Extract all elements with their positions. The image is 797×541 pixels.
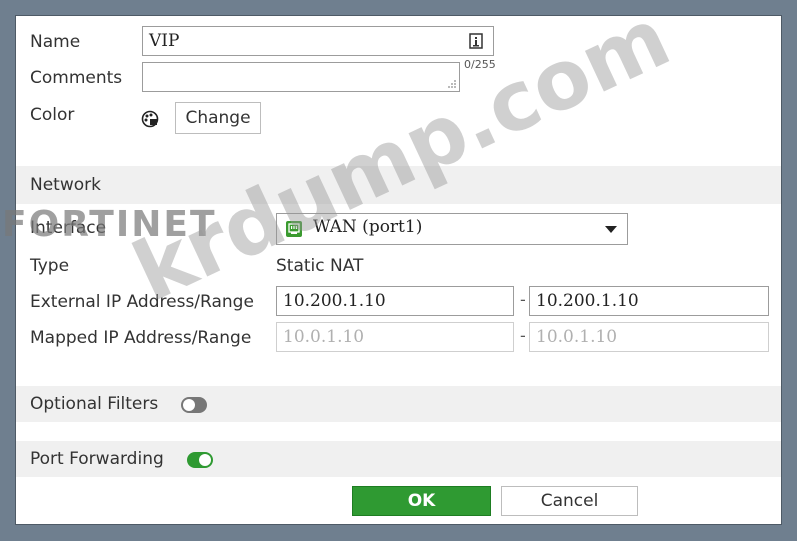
mapped-range-separator: - [520, 326, 526, 345]
name-input[interactable]: VIP [142, 26, 494, 56]
port-forwarding-row: Port Forwarding [16, 441, 781, 477]
change-color-button[interactable]: Change [175, 102, 261, 134]
network-section-title: Network [30, 175, 101, 195]
mapped-ip-end-input[interactable]: 10.0.1.10 [529, 322, 769, 352]
mapped-ip-start-input[interactable]: 10.0.1.10 [276, 322, 514, 352]
external-ip-label: External IP Address/Range [30, 292, 254, 312]
comments-input[interactable] [142, 62, 460, 92]
comments-label: Comments [30, 68, 123, 88]
resize-handle-icon[interactable] [447, 79, 457, 89]
type-value: Static NAT [276, 256, 364, 276]
name-value: VIP [149, 31, 180, 51]
cancel-button[interactable]: Cancel [501, 486, 638, 516]
edit-virtual-ip-dialog: Name VIP Comments 0/255 Color Change Net… [15, 15, 782, 525]
optional-filters-label: Optional Filters [30, 394, 159, 414]
color-palette-icon [141, 110, 159, 128]
optional-filters-row: Optional Filters [16, 386, 781, 422]
type-label: Type [30, 256, 70, 276]
external-ip-end-input[interactable]: 10.200.1.10 [529, 286, 769, 316]
mapped-ip-label: Mapped IP Address/Range [30, 328, 252, 348]
network-port-icon [286, 221, 302, 237]
port-forwarding-toggle[interactable] [187, 452, 213, 468]
info-icon[interactable] [469, 33, 483, 49]
color-label: Color [30, 105, 75, 125]
interface-label: Interface [30, 218, 107, 238]
external-range-separator: - [520, 290, 526, 309]
name-label: Name [30, 32, 81, 52]
external-ip-start-input[interactable]: 10.200.1.10 [276, 286, 514, 316]
caret-down-icon[interactable] [605, 226, 617, 233]
comments-counter: 0/255 [464, 58, 496, 71]
ok-button[interactable]: OK [352, 486, 491, 516]
port-forwarding-label: Port Forwarding [30, 449, 164, 469]
interface-value: WAN (port1) [313, 217, 423, 237]
interface-select[interactable]: WAN (port1) [276, 213, 628, 245]
optional-filters-toggle[interactable] [181, 397, 207, 413]
network-section-header: Network [16, 166, 781, 204]
